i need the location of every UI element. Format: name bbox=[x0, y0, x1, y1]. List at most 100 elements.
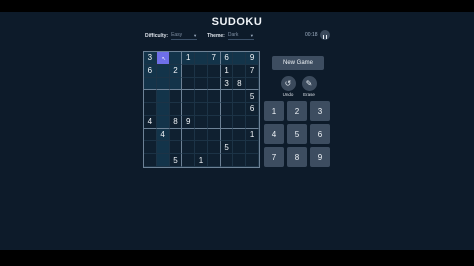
board-cell[interactable] bbox=[246, 115, 259, 129]
board-cell[interactable] bbox=[220, 154, 234, 167]
board-cell[interactable] bbox=[144, 103, 157, 116]
board-cell[interactable] bbox=[182, 103, 196, 116]
board-cell[interactable] bbox=[169, 77, 183, 91]
numpad-button-5[interactable]: 5 bbox=[287, 124, 307, 144]
board-cell[interactable] bbox=[156, 115, 170, 129]
board-cell[interactable]: 5 bbox=[169, 154, 183, 167]
board-cell[interactable] bbox=[169, 103, 183, 116]
board-cell[interactable] bbox=[169, 90, 183, 104]
board-cell[interactable]: 5 bbox=[220, 141, 234, 155]
board-cell[interactable] bbox=[195, 90, 208, 104]
board-cell[interactable]: ↖ bbox=[156, 52, 170, 65]
board-cell[interactable] bbox=[182, 64, 196, 78]
board-cell[interactable]: 5 bbox=[246, 90, 259, 104]
numpad-button-7[interactable]: 7 bbox=[264, 147, 284, 167]
board-cell[interactable] bbox=[182, 141, 196, 155]
theme-value: Dark bbox=[227, 32, 239, 38]
board-cell[interactable] bbox=[144, 154, 157, 167]
board-cell[interactable]: 3 bbox=[144, 52, 157, 65]
board-cell[interactable] bbox=[156, 141, 170, 155]
board-cell[interactable]: 1 bbox=[246, 128, 259, 142]
board-cell[interactable]: 4 bbox=[144, 115, 157, 129]
board-cell[interactable] bbox=[233, 154, 247, 167]
board-cell[interactable] bbox=[233, 90, 247, 104]
board-cell[interactable] bbox=[207, 154, 221, 167]
board-cell[interactable] bbox=[246, 154, 259, 167]
board-cell[interactable] bbox=[182, 90, 196, 104]
board-cell[interactable] bbox=[182, 77, 196, 91]
board-cell[interactable] bbox=[144, 77, 157, 91]
chevron-down-icon: ▼ bbox=[193, 32, 198, 38]
board-cell[interactable] bbox=[195, 141, 208, 155]
board-cell[interactable] bbox=[207, 103, 221, 116]
board-cell[interactable] bbox=[233, 128, 247, 142]
board-cell[interactable]: 9 bbox=[182, 115, 196, 129]
numpad-button-6[interactable]: 6 bbox=[310, 124, 330, 144]
board-cell[interactable] bbox=[207, 128, 221, 142]
board-cell[interactable]: 8 bbox=[169, 115, 183, 129]
pause-button[interactable] bbox=[320, 30, 330, 40]
board-cell[interactable] bbox=[207, 115, 221, 129]
board-cell[interactable] bbox=[144, 141, 157, 155]
board-cell[interactable] bbox=[246, 141, 259, 155]
new-game-button[interactable]: New Game bbox=[272, 56, 324, 70]
board-cell[interactable]: 1 bbox=[195, 154, 208, 167]
board-cell[interactable] bbox=[220, 103, 234, 116]
board-cell[interactable] bbox=[233, 141, 247, 155]
board-cell[interactable] bbox=[156, 103, 170, 116]
board-cell[interactable] bbox=[195, 52, 208, 65]
board-cell[interactable] bbox=[195, 115, 208, 129]
board-cell[interactable] bbox=[233, 103, 247, 116]
board-cell[interactable]: 1 bbox=[220, 64, 234, 78]
board-cell[interactable]: 4 bbox=[156, 128, 170, 142]
board-cell[interactable] bbox=[195, 128, 208, 142]
sudoku-app: SUDOKU Difficulty: Easy ▼ Theme: Dark ▼ … bbox=[0, 12, 474, 250]
board-cell[interactable]: 2 bbox=[169, 64, 183, 78]
numpad-button-9[interactable]: 9 bbox=[310, 147, 330, 167]
board-cell[interactable] bbox=[182, 154, 196, 167]
difficulty-select[interactable]: Easy ▼ bbox=[171, 32, 198, 40]
board-cell[interactable]: 7 bbox=[246, 64, 259, 78]
board-cell[interactable] bbox=[156, 64, 170, 78]
numpad-button-4[interactable]: 4 bbox=[264, 124, 284, 144]
board-cell[interactable]: 7 bbox=[207, 52, 221, 65]
board-cell[interactable] bbox=[195, 77, 208, 91]
board-cell[interactable] bbox=[207, 90, 221, 104]
board-cell[interactable]: 6 bbox=[246, 103, 259, 116]
board-cell[interactable] bbox=[144, 90, 157, 104]
erase-button[interactable]: ✎ Erase bbox=[299, 76, 319, 97]
board-cell[interactable]: 1 bbox=[182, 52, 196, 65]
board-cell[interactable] bbox=[195, 64, 208, 78]
board-cell[interactable] bbox=[246, 77, 259, 91]
board-cell[interactable]: 6 bbox=[144, 64, 157, 78]
board-cell[interactable] bbox=[156, 154, 170, 167]
board-cell[interactable] bbox=[156, 77, 170, 91]
undo-button[interactable]: ↺ Undo bbox=[278, 76, 298, 97]
board-cell[interactable]: 8 bbox=[233, 77, 247, 91]
board-cell[interactable] bbox=[220, 128, 234, 142]
app-title: SUDOKU bbox=[211, 16, 263, 28]
board-cell[interactable] bbox=[220, 90, 234, 104]
board-cell[interactable] bbox=[144, 128, 157, 142]
board-cell[interactable] bbox=[233, 52, 247, 65]
board-cell[interactable] bbox=[233, 115, 247, 129]
board-cell[interactable]: 3 bbox=[220, 77, 234, 91]
board-cell[interactable] bbox=[156, 90, 170, 104]
board-cell[interactable] bbox=[207, 64, 221, 78]
board-cell[interactable] bbox=[169, 52, 183, 65]
numpad-button-1[interactable]: 1 bbox=[264, 101, 284, 121]
board-cell[interactable] bbox=[207, 77, 221, 91]
board-cell[interactable]: 6 bbox=[220, 52, 234, 65]
board-cell[interactable] bbox=[195, 103, 208, 116]
board-cell[interactable]: 9 bbox=[246, 52, 259, 65]
numpad-button-8[interactable]: 8 bbox=[287, 147, 307, 167]
numpad-button-3[interactable]: 3 bbox=[310, 101, 330, 121]
board-cell[interactable] bbox=[233, 64, 247, 78]
theme-select[interactable]: Dark ▼ bbox=[227, 32, 254, 40]
board-cell[interactable] bbox=[169, 141, 183, 155]
board-cell[interactable] bbox=[182, 128, 196, 142]
board-cell[interactable] bbox=[220, 115, 234, 129]
board-cell[interactable] bbox=[207, 141, 221, 155]
numpad-button-2[interactable]: 2 bbox=[287, 101, 307, 121]
board-cell[interactable] bbox=[169, 128, 183, 142]
